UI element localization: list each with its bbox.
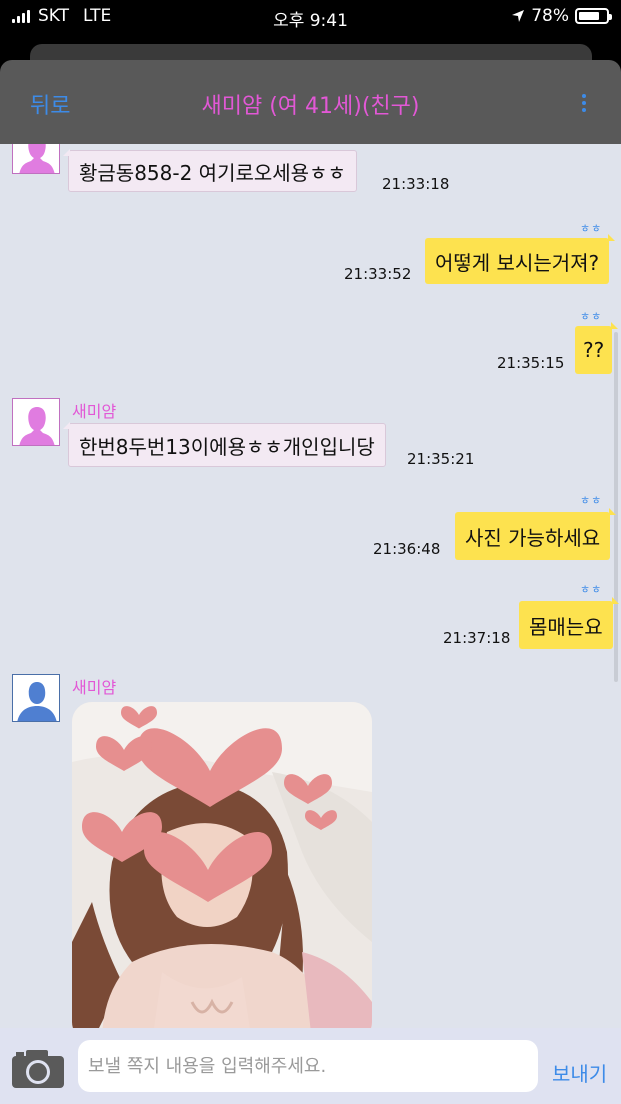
battery-icon (575, 8, 612, 24)
sender-avatar[interactable] (12, 398, 60, 446)
message-compose-bar: 보내기 (0, 1028, 621, 1104)
chat-title: 새미얌 (여 41세)(친구) (201, 94, 420, 119)
sender-avatar[interactable] (12, 674, 60, 722)
scrollbar[interactable] (614, 332, 618, 682)
back-button[interactable]: 뒤로 (30, 88, 70, 120)
message-bubble-outgoing[interactable]: 사진 가능하세요 (455, 508, 617, 560)
read-receipt: ㅎㅎ (580, 310, 603, 323)
message-bubble-outgoing[interactable]: ?? (575, 322, 619, 374)
message-time: 21:37:18 (443, 629, 511, 647)
message-bubble-incoming[interactable]: 한번8두번13이에용ㅎㅎ개인입니당 (63, 422, 386, 467)
photo-message[interactable] (72, 702, 372, 1028)
read-receipt: ㅎㅎ (580, 222, 603, 235)
more-menu-icon[interactable] (581, 94, 587, 112)
location-arrow-icon (512, 10, 525, 22)
message-list[interactable]: 황금동858-2 여기로오세용ㅎㅎ 21:33:18 ㅎㅎ 어떻게 보시는거져?… (0, 144, 621, 1028)
sender-name: 새미얌 (72, 402, 117, 421)
sender-name: 새미얌 (72, 678, 117, 697)
battery-percent: 78% (531, 6, 569, 26)
message-bubble-outgoing[interactable]: 몸매는요 (519, 597, 619, 649)
message-time: 21:35:15 (497, 354, 565, 372)
message-time: 21:35:21 (407, 450, 475, 468)
message-time: 21:33:52 (344, 265, 412, 283)
sender-avatar[interactable] (12, 144, 60, 174)
message-time: 21:36:48 (373, 540, 441, 558)
send-button[interactable]: 보내기 (552, 1058, 607, 1087)
message-bubble-incoming[interactable]: 황금동858-2 여기로오세용ㅎㅎ (63, 149, 357, 192)
message-bubble-outgoing[interactable]: 어떻게 보시는거져? (425, 234, 616, 284)
chat-header: 뒤로 새미얌 (여 41세)(친구) (0, 60, 621, 144)
read-receipt: ㅎㅎ (580, 583, 603, 596)
camera-icon[interactable] (12, 1048, 64, 1088)
read-receipt: ㅎㅎ (580, 494, 603, 507)
status-bar: SKT LTE 오후 9:41 78% (0, 0, 621, 34)
message-time: 21:33:18 (382, 175, 450, 193)
message-input[interactable] (78, 1040, 538, 1092)
